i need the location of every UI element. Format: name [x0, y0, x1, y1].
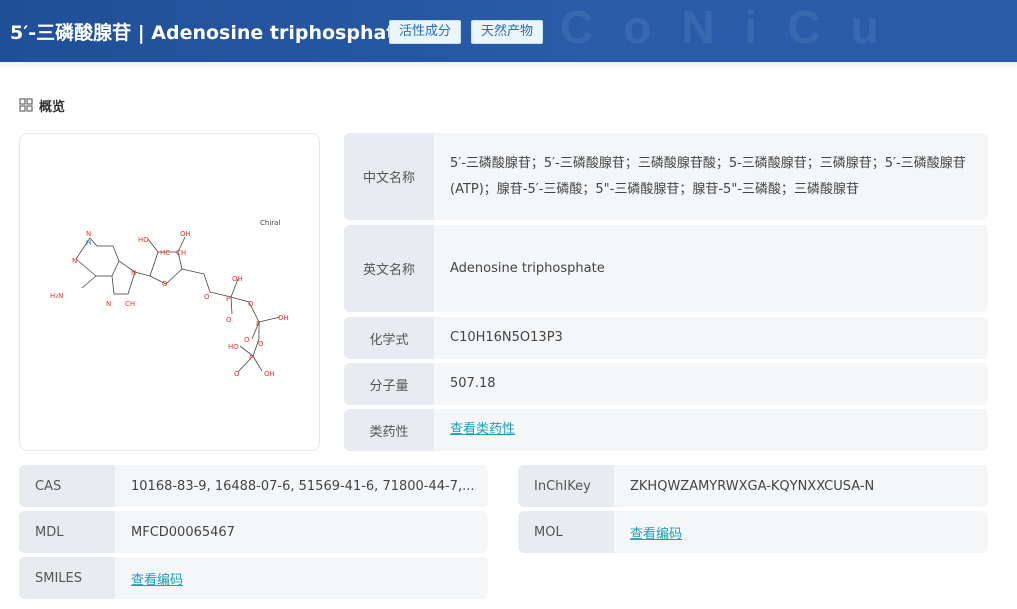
property-molecular-weight: 分子量 507.18 — [344, 363, 988, 405]
atp-structure-drawing: N H N H₂N N CH N HO OH HC CH O O OH P O … — [50, 219, 289, 378]
property-english-name: 英文名称 Adenosine triphosphate — [344, 225, 988, 312]
periodic-table-background: CoNiCu — [560, 1, 909, 53]
svg-text:N: N — [86, 230, 91, 238]
identifier-value: MFCD00065467 — [131, 524, 235, 540]
property-label: 中文名称 — [344, 133, 434, 220]
svg-text:H₂N: H₂N — [50, 292, 63, 300]
overview-title: 概览 — [39, 99, 66, 115]
property-label: 类药性 — [344, 409, 434, 451]
view-druglikeness-link[interactable]: 查看类药性 — [450, 417, 515, 443]
property-druglikeness: 类药性 查看类药性 — [344, 409, 988, 451]
svg-text:H: H — [86, 239, 91, 247]
chiral-label: Chiral — [260, 219, 280, 227]
tag-active-ingredient[interactable]: 活性成分 — [389, 20, 462, 44]
identifier-mol: MOL 查看编码 — [518, 511, 988, 553]
page-title: 5′-三磷酸腺苷 | Adenosine triphosphate — [10, 22, 409, 44]
header-divider — [0, 62, 1017, 70]
identifier-value: ZKHQWZAMYRWXGA-KQYNXXCUSA-N — [630, 478, 875, 494]
property-chinese-name: 中文名称 5′-三磷酸腺苷；5′-三磷酸腺苷；三磷酸腺苷酸；5-三磷酸腺苷；三磷… — [344, 133, 988, 220]
identifier-smiles: SMILES 查看编码 — [19, 557, 488, 599]
svg-text:HO: HO — [138, 236, 149, 244]
svg-text:HC: HC — [160, 249, 170, 257]
svg-text:O: O — [204, 293, 210, 301]
svg-text:O: O — [162, 280, 168, 288]
svg-text:OH: OH — [264, 370, 275, 378]
identifier-label: CAS — [19, 465, 115, 507]
svg-text:O: O — [258, 340, 264, 348]
overview-heading: 概览 — [19, 95, 65, 115]
property-value: 5′-三磷酸腺苷；5′-三磷酸腺苷；三磷酸腺苷酸；5-三磷酸腺苷；三磷腺苷；5′… — [450, 155, 966, 197]
svg-text:P: P — [256, 320, 260, 328]
identifier-label: MDL — [19, 511, 115, 553]
identifier-inchikey: InChIKey ZKHQWZAMYRWXGA-KQYNXXCUSA-N — [518, 465, 988, 507]
svg-text:O: O — [226, 316, 232, 324]
grid-icon — [19, 98, 33, 112]
svg-text:O: O — [248, 300, 254, 308]
property-label: 英文名称 — [344, 225, 434, 312]
identifier-label: InChIKey — [518, 465, 614, 507]
page-header: CoNiCu 5′-三磷酸腺苷 | Adenosine triphosphate… — [0, 0, 1017, 62]
identifier-label: MOL — [518, 511, 614, 553]
identifier-cas: CAS 10168-83-9, 16488-07-6, 51569-41-6, … — [19, 465, 488, 507]
svg-text:O: O — [244, 336, 250, 344]
svg-text:P: P — [249, 354, 253, 362]
identifier-label: SMILES — [19, 557, 115, 599]
svg-text:OH: OH — [278, 314, 289, 322]
svg-text:N: N — [72, 257, 77, 265]
property-label: 化学式 — [344, 317, 434, 359]
view-smiles-link[interactable]: 查看编码 — [131, 569, 183, 588]
svg-text:P: P — [226, 295, 230, 303]
svg-text:CH: CH — [125, 300, 135, 308]
svg-text:O: O — [234, 370, 240, 378]
property-value: Adenosine triphosphate — [450, 260, 605, 276]
svg-text:HO: HO — [228, 343, 239, 351]
svg-text:OH: OH — [232, 275, 243, 283]
svg-text:N: N — [106, 300, 111, 308]
structure-image: N H N H₂N N CH N HO OH HC CH O O OH P O … — [19, 133, 320, 451]
property-formula: 化学式 C10H16N5O13P3 — [344, 317, 988, 359]
identifier-value: 10168-83-9, 16488-07-6, 51569-41-6, 7180… — [131, 478, 475, 494]
svg-text:CH: CH — [176, 249, 186, 257]
tag-natural-product[interactable]: 天然产物 — [471, 20, 544, 44]
identifier-mdl: MDL MFCD00065467 — [19, 511, 488, 553]
view-mol-link[interactable]: 查看编码 — [630, 523, 682, 542]
svg-text:OH: OH — [180, 230, 191, 238]
property-label: 分子量 — [344, 363, 434, 405]
svg-text:N: N — [131, 269, 136, 277]
property-value: C10H16N5O13P3 — [450, 330, 563, 345]
property-value: 507.18 — [450, 376, 496, 391]
